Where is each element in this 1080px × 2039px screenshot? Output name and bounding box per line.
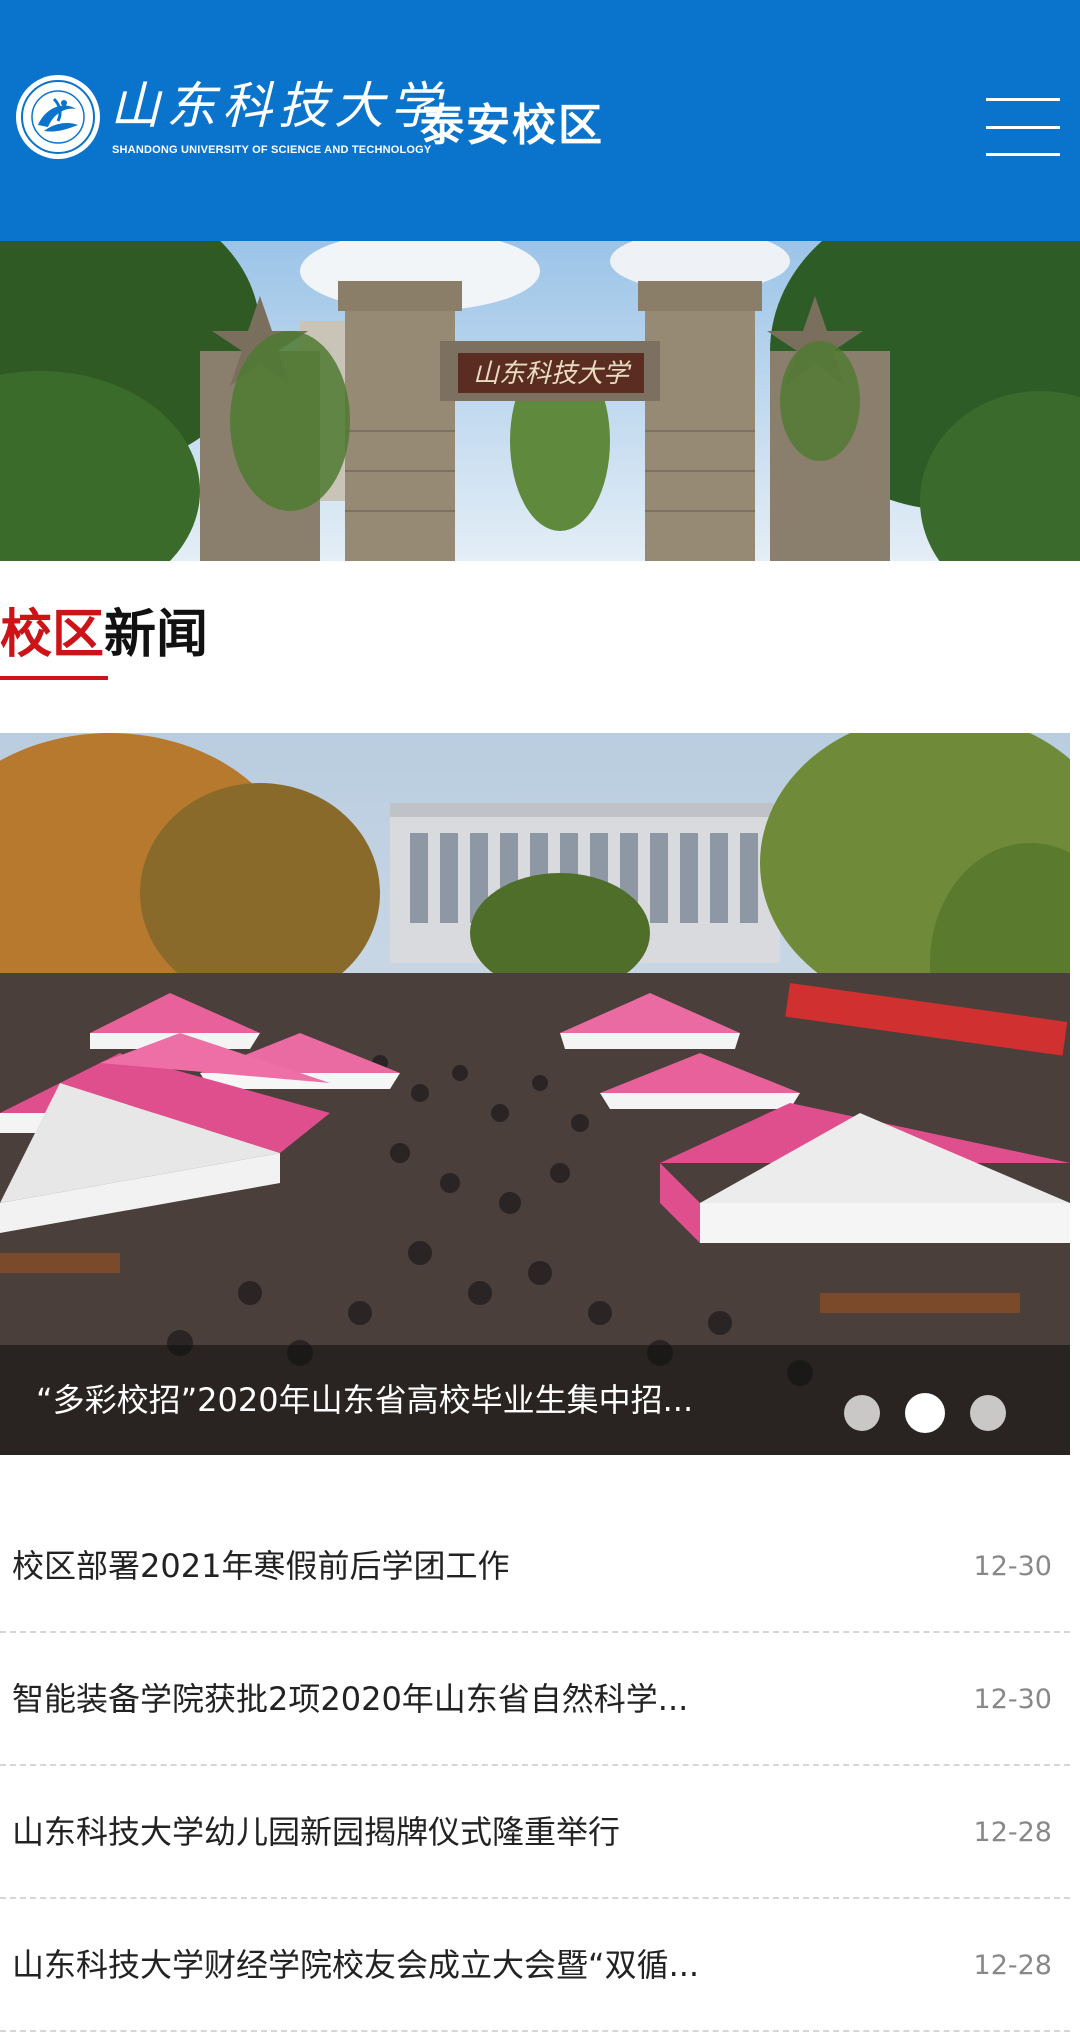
- news-item-date: 12-30: [973, 1684, 1052, 1715]
- site-header: 山东科技大学 SHANDONG UNIVERSITY OF SCIENCE AN…: [0, 0, 1080, 241]
- news-item[interactable]: 山东科技大学幼儿园新园揭牌仪式隆重举行 12-28: [0, 1766, 1070, 1899]
- news-item[interactable]: 校区部署2021年寒假前后学团工作 12-30: [0, 1500, 1070, 1633]
- news-item-title[interactable]: 智能装备学院获批2项2020年山东省自然科学...: [12, 1633, 892, 1766]
- news-item-date: 12-28: [973, 1817, 1052, 1848]
- university-english-name: SHANDONG UNIVERSITY OF SCIENCE AND TECHN…: [112, 144, 432, 156]
- news-item-date: 12-30: [973, 1551, 1052, 1582]
- section-title-campus-news[interactable]: 校区新闻: [0, 600, 208, 670]
- news-item-title[interactable]: 山东科技大学财经学院校友会成立大会暨“双循...: [12, 1899, 892, 2032]
- section-title-rest: 新闻: [104, 605, 209, 665]
- campus-gate-banner: 山东科技大学: [0, 241, 1080, 561]
- menu-line-bottom: [986, 153, 1060, 156]
- news-item-title[interactable]: 山东科技大学幼儿园新园揭牌仪式隆重举行: [12, 1766, 892, 1899]
- gate-inscription: 山东科技大学: [473, 359, 632, 389]
- section-title-underline: [0, 676, 108, 680]
- news-item-date: 12-28: [973, 1950, 1052, 1981]
- hamburger-menu-icon[interactable]: [986, 96, 1062, 156]
- section-title-accent: 校区: [0, 605, 105, 665]
- menu-line-top: [986, 98, 1060, 101]
- menu-line-middle: [986, 126, 1060, 129]
- news-list: 校区部署2021年寒假前后学团工作 12-30 智能装备学院获批2项2020年山…: [0, 1500, 1080, 2032]
- campus-name: 泰安校区: [420, 100, 604, 151]
- university-name-logo[interactable]: 山东科技大学: [110, 76, 446, 136]
- carousel-dot-1[interactable]: [844, 1395, 880, 1431]
- news-item[interactable]: 智能装备学院获批2项2020年山东省自然科学... 12-30: [0, 1633, 1070, 1766]
- campus-gate-photo: 山东科技大学: [0, 241, 1080, 561]
- carousel-dot-3[interactable]: [970, 1395, 1006, 1431]
- featured-news-caption[interactable]: “多彩校招”2020年山东省高校毕业生集中招...: [36, 1345, 796, 1455]
- carousel-dot-2[interactable]: [905, 1393, 945, 1433]
- news-item-title[interactable]: 校区部署2021年寒假前后学团工作: [12, 1500, 892, 1633]
- news-item[interactable]: 山东科技大学财经学院校友会成立大会暨“双循... 12-28: [0, 1899, 1070, 2032]
- featured-news-carousel[interactable]: “多彩校招”2020年山东省高校毕业生集中招...: [0, 733, 1070, 1455]
- university-emblem-icon[interactable]: [14, 73, 102, 161]
